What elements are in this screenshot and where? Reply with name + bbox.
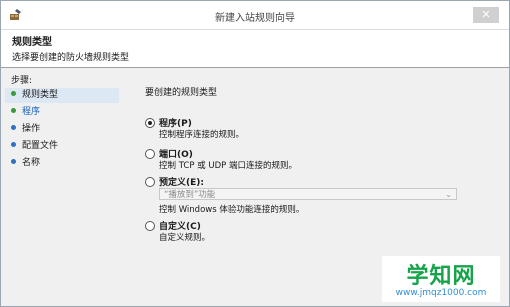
step-label: 名称 (22, 158, 41, 168)
port-radio[interactable] (145, 149, 155, 159)
window-title: 新建入站规则向导 (215, 13, 295, 24)
predefined-radio[interactable] (145, 177, 155, 187)
step-status-icon (11, 159, 16, 164)
step-rule-type[interactable]: 规则类型 (5, 88, 119, 103)
step-name[interactable]: 名称 (11, 156, 40, 171)
step-action[interactable]: 操作 (11, 122, 40, 137)
steps-label: 步骤: (11, 76, 33, 86)
step-label: 配置文件 (22, 141, 59, 151)
chevron-down-icon: ⌄ (445, 190, 452, 199)
predefined-select-value: “播放到”功能 (164, 190, 216, 200)
page-title: 规则类型 (12, 37, 52, 48)
steps-sidebar: 步骤: 规则类型 程序 操作 配置文件 名称 (1, 68, 122, 306)
watermark-url: www.jmqz1000.com (395, 288, 487, 298)
step-profile[interactable]: 配置文件 (11, 139, 58, 154)
step-label: 操作 (22, 124, 41, 134)
rule-type-prompt: 要创建的规则类型 (145, 88, 218, 98)
step-program[interactable]: 程序 (11, 105, 40, 120)
predefined-option-label[interactable]: 预定义(E): (159, 175, 204, 188)
custom-radio[interactable] (145, 221, 155, 231)
step-label: 程序 (22, 107, 41, 117)
step-status-icon (11, 108, 16, 113)
page-subtitle: 选择要创建的防火墙规则类型 (12, 53, 130, 63)
wizard-window: 新建入站规则向导 ✕ 规则类型 选择要创建的防火墙规则类型 步骤: 规则类型 程… (0, 0, 510, 307)
port-option-desc: 控制 TCP 或 UDP 端口连接的规则。 (159, 161, 297, 171)
predefined-select[interactable]: “播放到”功能 ⌄ (159, 188, 457, 200)
step-label: 规则类型 (22, 90, 59, 100)
predefined-option-desc: 控制 Windows 体验功能连接的规则。 (159, 205, 305, 215)
page-header: 规则类型 选择要创建的防火墙规则类型 (1, 30, 509, 68)
custom-option-desc: 自定义规则。 (159, 233, 211, 243)
step-status-icon (11, 91, 16, 96)
close-button[interactable]: ✕ (473, 7, 499, 23)
watermark-logo-text: 学知网 (406, 264, 476, 289)
step-status-icon (11, 125, 16, 130)
program-radio[interactable] (145, 118, 155, 128)
step-status-icon (11, 142, 16, 147)
title-bar: 新建入站规则向导 ✕ (1, 1, 509, 30)
site-watermark: 学知网 www.jmqz1000.com (382, 256, 500, 302)
program-option-desc: 控制程序连接的规则。 (159, 130, 245, 140)
